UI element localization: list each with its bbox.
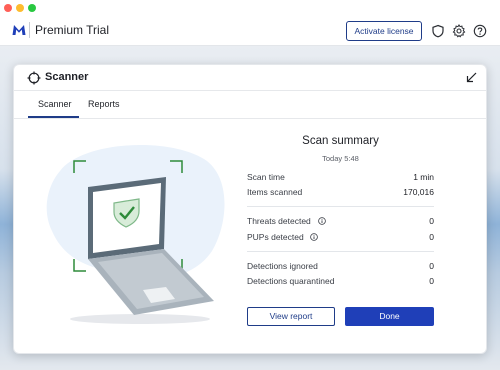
divider — [247, 206, 434, 207]
view-report-button[interactable]: View report — [247, 307, 335, 326]
zoom-window-button[interactable] — [28, 4, 36, 12]
app-titlebar: Premium Trial Activate license — [0, 0, 500, 46]
scanner-dialog: Scanner Scanner Reports Scan summary Tod… — [13, 64, 487, 354]
scan-summary-time: Today 5:48 — [322, 154, 359, 163]
items-scanned-value: 170,016 — [403, 187, 434, 197]
dialog-title: Scanner — [45, 71, 89, 83]
tab-reports[interactable]: Reports — [88, 99, 120, 109]
info-icon[interactable] — [310, 233, 318, 241]
detections-ignored-label: Detections ignored — [247, 261, 318, 271]
threats-detected-value: 0 — [429, 216, 434, 226]
detections-ignored-value: 0 — [429, 261, 434, 271]
row-detections-quarantined: Detections quarantined 0 — [247, 276, 434, 288]
help-icon[interactable] — [473, 24, 487, 38]
minimize-window-button[interactable] — [16, 4, 24, 12]
done-button[interactable]: Done — [345, 307, 434, 326]
dialog-tabs: Scanner Reports — [14, 91, 486, 119]
tab-scanner[interactable]: Scanner — [38, 99, 72, 109]
collapse-arrow-icon[interactable] — [466, 72, 477, 83]
dialog-header: Scanner — [14, 65, 486, 91]
gear-icon[interactable] — [452, 24, 466, 38]
shield-icon[interactable] — [431, 24, 445, 38]
scan-time-label: Scan time — [247, 172, 285, 182]
activate-license-button[interactable]: Activate license — [346, 21, 422, 41]
divider — [247, 251, 434, 252]
row-pups-detected: PUPs detected 0 — [247, 232, 434, 244]
detections-quarantined-label: Detections quarantined — [247, 276, 335, 286]
crosshair-icon — [27, 71, 41, 85]
row-threats-detected: Threats detected 0 — [247, 216, 434, 228]
close-window-button[interactable] — [4, 4, 12, 12]
malwarebytes-logo-icon — [12, 25, 26, 35]
app-title: Premium Trial — [35, 23, 110, 37]
row-detections-ignored: Detections ignored 0 — [247, 261, 434, 273]
scan-summary-title: Scan summary — [302, 135, 379, 147]
detections-quarantined-value: 0 — [429, 276, 434, 286]
pups-detected-value: 0 — [429, 232, 434, 242]
threats-detected-label: Threats detected — [247, 216, 311, 226]
brand-divider — [29, 22, 30, 38]
scan-time-value: 1 min — [413, 172, 434, 182]
row-items-scanned: Items scanned 170,016 — [247, 187, 434, 199]
items-scanned-label: Items scanned — [247, 187, 303, 197]
active-tab-indicator — [28, 116, 79, 118]
info-icon[interactable] — [318, 217, 326, 225]
laptop-shield-illustration — [46, 144, 225, 324]
row-scan-time: Scan time 1 min — [247, 172, 434, 184]
pups-detected-label: PUPs detected — [247, 232, 304, 242]
